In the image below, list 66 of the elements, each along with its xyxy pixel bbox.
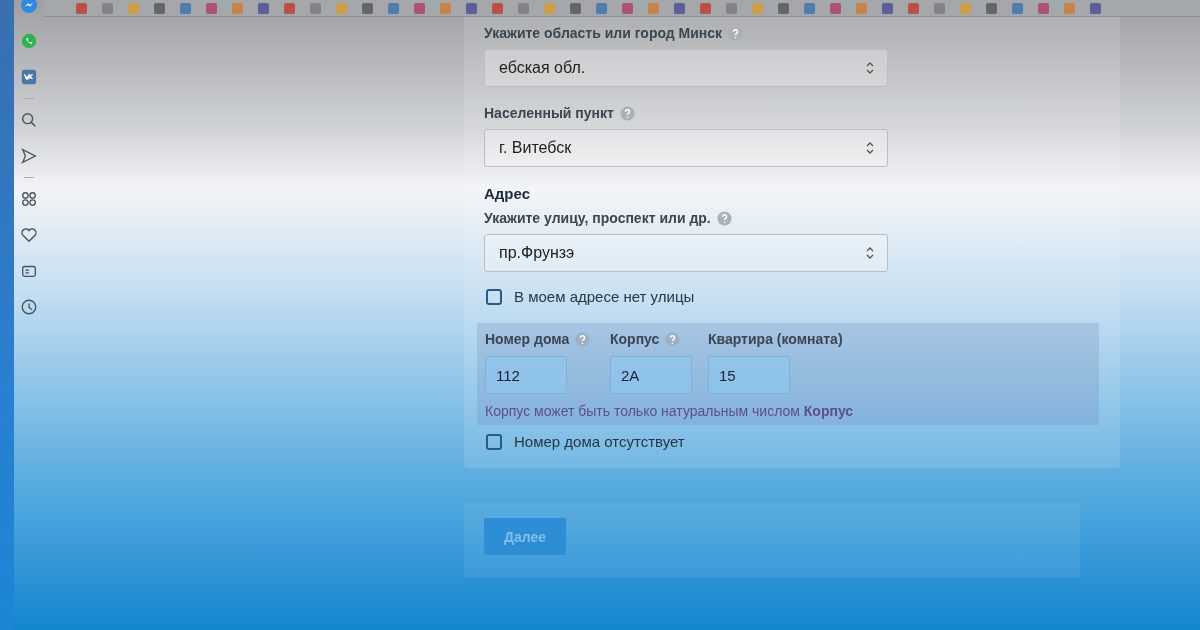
bookmark-icon[interactable]: [154, 2, 165, 14]
bookmark-icon[interactable]: [206, 2, 217, 14]
bookmark-icon[interactable]: [232, 2, 243, 14]
send-icon[interactable]: [20, 147, 38, 165]
bookmark-icon[interactable]: [284, 2, 295, 14]
checkbox[interactable]: [486, 433, 502, 450]
select-field[interactable]: пр.Фрунзэ: [484, 234, 888, 272]
input-field[interactable]: 112: [485, 356, 567, 394]
input-field[interactable]: 2А: [610, 356, 692, 394]
field-label: Населенный пункт: [484, 105, 614, 121]
help-icon[interactable]: [728, 25, 744, 41]
bookmark-icon[interactable]: [674, 2, 685, 14]
bookmark-icon[interactable]: [180, 2, 191, 14]
bookmark-icon[interactable]: [1038, 2, 1049, 14]
bookmark-icon[interactable]: [440, 2, 451, 14]
bookmark-icon[interactable]: [1064, 2, 1075, 14]
help-icon[interactable]: [716, 210, 732, 226]
select-field[interactable]: ебская обл.: [484, 49, 888, 87]
select-field[interactable]: г. Витебск: [484, 129, 888, 167]
field-label: Номер дома: [485, 331, 570, 347]
bookmark-icon[interactable]: [492, 2, 503, 14]
whatsapp-icon[interactable]: [20, 32, 38, 50]
bookmark-icon[interactable]: [700, 2, 711, 14]
bookmark-icon[interactable]: [986, 2, 997, 14]
error-message: Корпус может быть только натуральным числом Корпус: [485, 403, 855, 419]
bookmark-icon[interactable]: [830, 2, 841, 14]
bookmark-icon[interactable]: [934, 2, 945, 14]
bookmark-icon[interactable]: [908, 2, 919, 14]
bookmark-icon[interactable]: [1090, 2, 1101, 14]
bookmark-icon[interactable]: [102, 2, 113, 14]
field-label: Корпус: [610, 331, 660, 347]
bookmark-icon[interactable]: [804, 2, 815, 14]
checkbox[interactable]: [486, 288, 502, 305]
search-icon[interactable]: [20, 111, 38, 129]
bookmark-icon[interactable]: [258, 2, 269, 14]
bookmark-icon[interactable]: [76, 2, 87, 14]
bookmark-icon[interactable]: [466, 2, 477, 14]
field-label: Укажите область или город Минск: [484, 25, 723, 41]
field-label: Квартира (комната): [708, 331, 843, 347]
bookmark-icon[interactable]: [388, 2, 399, 14]
vk-icon[interactable]: [20, 68, 38, 86]
apps-grid-icon[interactable]: [20, 190, 38, 208]
checkbox-label: Номер дома отсутствует: [514, 433, 685, 450]
bookmark-icon[interactable]: [414, 2, 425, 14]
bookmark-icon[interactable]: [1012, 2, 1023, 14]
bookmark-icon[interactable]: [362, 2, 373, 14]
bookmark-icon[interactable]: [648, 2, 659, 14]
bookmark-icon[interactable]: [518, 2, 529, 14]
bookmark-icon[interactable]: [310, 2, 321, 14]
messenger-icon[interactable]: [20, 0, 38, 14]
heart-icon[interactable]: [20, 226, 38, 244]
field-label: Укажите улицу, проспект или др.: [484, 210, 711, 226]
bookmark-icon[interactable]: [856, 2, 867, 14]
bookmark-icon[interactable]: [570, 2, 581, 14]
input-field[interactable]: 15: [708, 356, 790, 394]
bookmark-icon[interactable]: [622, 2, 633, 14]
bookmark-icon[interactable]: [778, 2, 789, 14]
section-heading: Адрес: [484, 185, 531, 202]
checkbox-label: В моем адресе нет улицы: [514, 288, 695, 305]
help-icon[interactable]: [619, 105, 635, 121]
bookmark-icon[interactable]: [882, 2, 893, 14]
clock-icon[interactable]: [20, 298, 38, 316]
bookmark-icon[interactable]: [726, 2, 737, 14]
bookmark-icon[interactable]: [596, 2, 607, 14]
help-icon[interactable]: [575, 331, 591, 347]
help-icon[interactable]: [665, 331, 681, 347]
